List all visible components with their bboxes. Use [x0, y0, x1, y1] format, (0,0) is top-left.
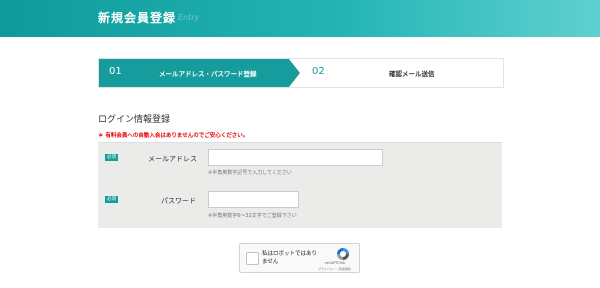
page-header: 新規会員登録 Entry — [0, 0, 600, 37]
required-badge-password: 必須 — [105, 196, 118, 203]
login-form: 必須 メールアドレス ※半角英数字記号で入力してください 必須 パスワード ※半… — [98, 142, 502, 228]
recaptcha-widget: 私はロボットではありません reCAPTCHA プライバシー - 利用規約 — [239, 243, 360, 273]
notice-text: ＊ 有料会員への自動入会はありませんのでご安心ください。 — [98, 133, 249, 139]
password-field[interactable] — [208, 191, 299, 208]
page-subtitle: Entry — [178, 13, 200, 22]
progress-steps: 01 メールアドレス・パスワード登録 02 確認メール送信 — [98, 58, 504, 88]
step-2-number: 02 — [312, 66, 325, 77]
required-badge-email: 必須 — [105, 154, 118, 161]
recaptcha-terms-link[interactable]: プライバシー - 利用規約 — [318, 267, 351, 271]
email-note: ※半角英数字記号で入力してください — [208, 170, 292, 176]
recaptcha-label: 私はロボットではありません — [262, 251, 318, 265]
recaptcha-checkbox[interactable] — [246, 252, 259, 265]
password-note: ※半角英数字6〜32文字でご登録下さい — [208, 213, 297, 219]
page-title: 新規会員登録 — [98, 11, 177, 25]
email-field[interactable] — [208, 149, 383, 166]
recaptcha-brand: reCAPTCHA — [325, 261, 345, 265]
password-label: パスワード — [161, 197, 196, 205]
step-1-label: メールアドレス・パスワード登録 — [159, 70, 257, 78]
section-title: ログイン情報登録 — [98, 115, 171, 125]
step-1-number: 01 — [109, 66, 122, 77]
recaptcha-logo-icon — [337, 248, 349, 260]
step-2-label: 確認メール送信 — [389, 70, 435, 78]
email-label: メールアドレス — [148, 155, 197, 163]
step-arrow — [289, 59, 300, 87]
